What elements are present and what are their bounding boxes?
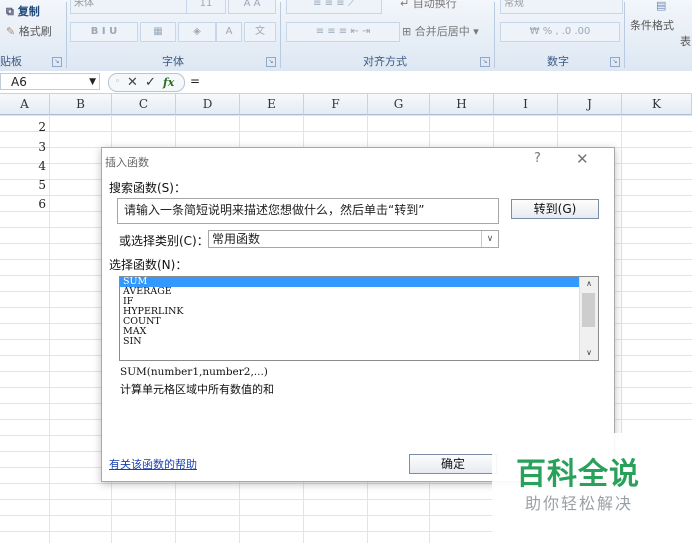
insert-function-icon[interactable]: fx bbox=[163, 74, 174, 91]
font-color-icon[interactable]: A bbox=[216, 22, 242, 42]
chevron-up-icon[interactable]: ∧ bbox=[580, 277, 598, 291]
format-as-table-button[interactable]: 表 bbox=[680, 34, 691, 50]
cell-A[interactable]: 2 bbox=[0, 119, 46, 135]
clipboard-launcher-icon[interactable]: ↘ bbox=[52, 57, 62, 67]
formula-input[interactable]: = bbox=[186, 73, 692, 90]
column-header-J[interactable]: J bbox=[558, 94, 622, 115]
vertical-align-buttons[interactable]: ≡ ≡ ≡ ⟋ bbox=[286, 0, 382, 14]
cancel-icon[interactable]: ✕ bbox=[127, 74, 138, 91]
function-listbox[interactable]: SUM AVERAGE IF HYPERLINK COUNT MAX SIN ∧… bbox=[119, 276, 599, 361]
number-launcher-icon[interactable]: ↘ bbox=[610, 57, 620, 67]
list-scrollbar[interactable]: ∧ ∨ bbox=[579, 277, 598, 360]
conditional-format-icon: ▤ bbox=[656, 0, 667, 12]
function-list-label: 选择函数(N)： bbox=[109, 258, 188, 272]
wrap-text-icon: ↵ bbox=[400, 0, 410, 10]
column-header-C[interactable]: C bbox=[112, 94, 176, 115]
help-icon[interactable]: ? bbox=[534, 151, 541, 166]
column-header-K[interactable]: K bbox=[622, 94, 692, 115]
column-header-D[interactable]: D bbox=[176, 94, 240, 115]
cell-A[interactable]: 3 bbox=[0, 139, 46, 155]
close-icon[interactable]: ✕ bbox=[576, 150, 589, 168]
number-format-select[interactable]: 常规 bbox=[500, 0, 623, 14]
bold-italic-underline-buttons[interactable]: B I U bbox=[70, 22, 138, 42]
formula-buttons: ◦ ✕ ✓ fx bbox=[108, 73, 185, 92]
column-header-B[interactable]: B bbox=[50, 94, 112, 115]
formula-bar: A6 ▼ ◦ ✕ ✓ fx = bbox=[0, 71, 692, 94]
alignment-launcher-icon[interactable]: ↘ bbox=[480, 57, 490, 67]
group-divider bbox=[624, 2, 625, 68]
function-description: 计算单元格区域中所有数值的和 bbox=[120, 383, 274, 396]
font-grow-shrink-buttons[interactable]: A A bbox=[228, 0, 276, 14]
format-painter-button[interactable]: ✎ 格式刷 bbox=[6, 24, 52, 40]
function-help-link[interactable]: 有关该函数的帮助 bbox=[109, 456, 197, 472]
wrap-text-button[interactable]: ↵ 自动换行 bbox=[400, 0, 457, 12]
phonetic-icon[interactable]: 文 bbox=[244, 22, 276, 42]
fill-color-icon[interactable]: ◈ bbox=[178, 22, 216, 42]
column-header-I[interactable]: I bbox=[494, 94, 558, 115]
watermark-title: 百科全说 bbox=[516, 457, 640, 492]
ribbon: ⧉ 复制 ✎ 格式刷 贴板 ↘ 宋体 11 A A B I U ▦ ◈ A 文 … bbox=[0, 0, 692, 72]
copy-icon: ⧉ bbox=[6, 5, 14, 18]
scrollbar-thumb[interactable] bbox=[582, 293, 595, 327]
name-box[interactable]: A6 ▼ bbox=[0, 73, 100, 90]
clipboard-group-label: 贴板 bbox=[0, 55, 22, 68]
chevron-down-icon[interactable]: ▼ bbox=[89, 74, 96, 91]
cell-A[interactable]: 6 bbox=[0, 196, 46, 212]
category-label: 或选择类别(C)： bbox=[119, 234, 209, 248]
enter-icon[interactable]: ✓ bbox=[145, 74, 156, 91]
list-item[interactable]: IF bbox=[120, 297, 579, 307]
font-group-label: 字体 bbox=[162, 55, 184, 68]
watermark-subtitle: 助你轻松解决 bbox=[525, 494, 634, 513]
font-size-select[interactable]: 11 bbox=[186, 0, 226, 14]
list-item[interactable]: SUM bbox=[120, 277, 579, 287]
format-painter-icon: ✎ bbox=[6, 25, 16, 38]
column-header-H[interactable]: H bbox=[430, 94, 494, 115]
cell-A[interactable]: 4 bbox=[0, 158, 46, 174]
column-header-E[interactable]: E bbox=[240, 94, 304, 115]
chevron-down-icon[interactable]: ∨ bbox=[580, 346, 598, 360]
function-syntax: SUM(number1,number2,...) bbox=[120, 366, 268, 378]
list-item[interactable]: HYPERLINK bbox=[120, 307, 579, 317]
chevron-down-icon[interactable]: ∨ bbox=[481, 231, 498, 247]
alignment-group-label: 对齐方式 bbox=[363, 55, 407, 68]
list-item[interactable]: SIN bbox=[120, 337, 579, 347]
category-select[interactable]: 常用函数 ∨ bbox=[208, 230, 499, 248]
number-group-label: 数字 bbox=[547, 55, 569, 68]
column-header-G[interactable]: G bbox=[368, 94, 430, 115]
search-function-label: 搜索函数(S)： bbox=[109, 181, 186, 195]
number-format-buttons[interactable]: ₩ % , .0 .00 bbox=[500, 22, 620, 42]
search-function-input[interactable]: 请输入一条简短说明来描述您想做什么，然后单击“转到” bbox=[117, 198, 499, 224]
list-item[interactable]: MAX bbox=[120, 327, 579, 337]
watermark: 百科全说 助你轻松解决 bbox=[492, 433, 692, 543]
column-header-A[interactable]: A bbox=[0, 94, 50, 115]
merge-center-button[interactable]: ⊞ 合并后居中 ▾ bbox=[402, 24, 479, 40]
insert-function-dialog: 插入函数 ? ✕ 搜索函数(S)： 请输入一条简短说明来描述您想做什么，然后单击… bbox=[101, 147, 615, 482]
merge-icon: ⊞ bbox=[402, 25, 412, 38]
copy-button[interactable]: ⧉ 复制 bbox=[6, 4, 40, 20]
font-name-select[interactable]: 宋体 bbox=[70, 0, 187, 14]
font-launcher-icon[interactable]: ↘ bbox=[266, 57, 276, 67]
list-item[interactable]: AVERAGE bbox=[120, 287, 579, 297]
horizontal-align-buttons[interactable]: ≡ ≡ ≡ ⇤ ⇥ bbox=[286, 22, 400, 42]
ok-button[interactable]: 确定 bbox=[409, 454, 497, 474]
dialog-title: 插入函数 bbox=[105, 156, 149, 169]
go-button[interactable]: 转到(G) bbox=[511, 199, 599, 219]
list-item[interactable]: COUNT bbox=[120, 317, 579, 327]
column-header-F[interactable]: F bbox=[304, 94, 368, 115]
grid-line bbox=[49, 115, 50, 543]
expand-icon: ◦ bbox=[115, 77, 121, 87]
border-icon[interactable]: ▦ bbox=[140, 22, 176, 42]
conditional-format-button[interactable]: 条件格式 bbox=[630, 18, 674, 34]
cell-A[interactable]: 5 bbox=[0, 177, 46, 193]
